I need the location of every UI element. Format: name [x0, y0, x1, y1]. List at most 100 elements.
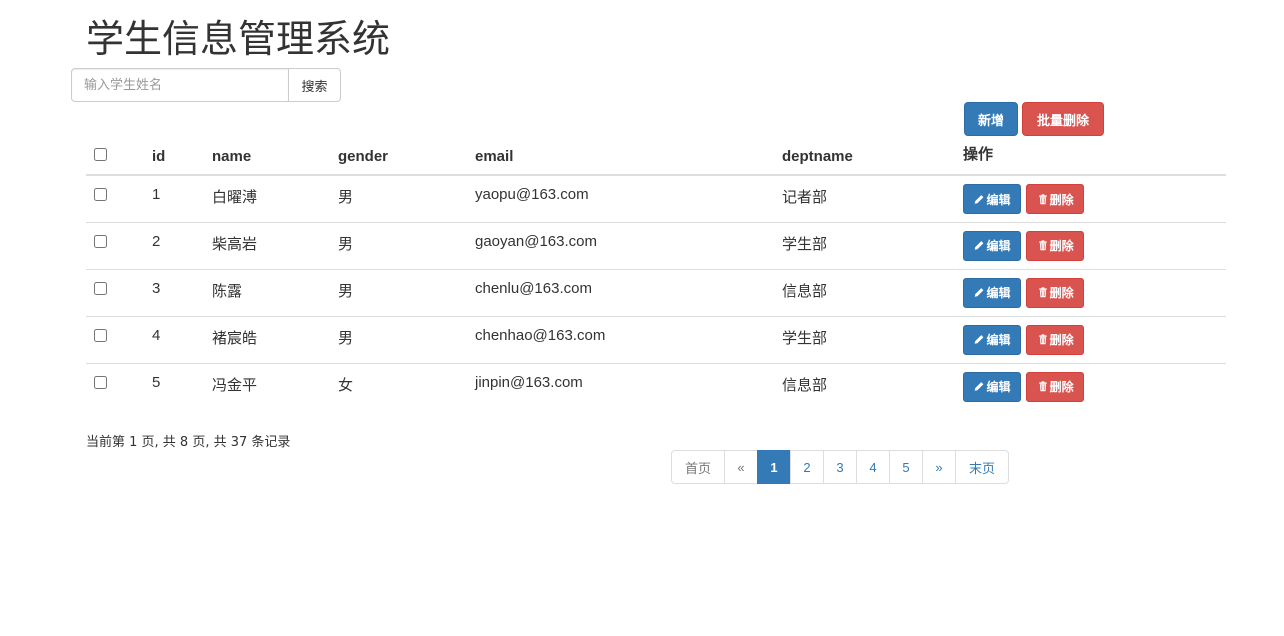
pagination-page-4[interactable]: 4 — [856, 450, 890, 484]
delete-button[interactable]: 删除 — [1026, 324, 1085, 355]
pagination-next[interactable]: » — [922, 450, 956, 484]
row-checkbox[interactable] — [94, 375, 107, 389]
cell-email: jinpin@163.com — [475, 362, 782, 410]
cell-name: 陈露 — [212, 268, 338, 316]
cell-operations: 编辑 删除 — [963, 221, 1226, 269]
row-checkbox-cell — [86, 268, 152, 316]
delete-label: 删除 — [1049, 239, 1074, 253]
search-button[interactable]: 搜索 — [288, 68, 341, 102]
delete-label: 删除 — [1049, 380, 1074, 394]
header-checkbox-cell — [86, 136, 152, 176]
pagination-page-2[interactable]: 2 — [790, 450, 824, 484]
cell-id: 2 — [152, 221, 212, 269]
row-checkbox[interactable] — [94, 188, 107, 201]
edit-label: 编辑 — [986, 380, 1011, 394]
cell-name: 柴高岩 — [212, 221, 338, 269]
cell-deptname: 学生部 — [782, 221, 963, 269]
select-all-checkbox[interactable] — [94, 148, 107, 161]
edit-button[interactable]: 编辑 — [963, 371, 1021, 402]
table-header-row: id name gender email deptname 操作 — [86, 136, 1226, 176]
edit-button[interactable]: 编辑 — [963, 184, 1021, 214]
row-checkbox[interactable] — [94, 328, 107, 342]
pencil-icon — [975, 288, 984, 297]
pencil-icon — [975, 382, 984, 391]
cell-deptname: 信息部 — [782, 268, 963, 316]
trash-icon — [1038, 193, 1047, 204]
edit-label: 编辑 — [986, 192, 1011, 207]
cell-deptname: 学生部 — [782, 315, 963, 363]
search-group: 搜索 — [71, 68, 341, 102]
trash-icon — [1038, 334, 1047, 345]
cell-email: yaopu@163.com — [475, 186, 589, 203]
cell-id: 3 — [152, 268, 212, 316]
delete-button[interactable]: 删除 — [1026, 371, 1085, 402]
cell-deptname: 信息部 — [782, 362, 963, 410]
top-actions: 新增 批量删除 — [964, 102, 1104, 136]
cell-id: 4 — [152, 315, 212, 363]
row-checkbox-cell — [86, 315, 152, 363]
pagination-prev[interactable]: « — [724, 450, 758, 484]
cell-gender: 男 — [338, 315, 475, 363]
pencil-icon — [975, 335, 984, 344]
table-row: 2 柴高岩男 gaoyan@163.com 学生部 编辑 删除 — [86, 221, 1226, 269]
row-checkbox-cell — [86, 362, 152, 410]
cell-gender: 男 — [338, 188, 354, 206]
cell-operations: 编辑 删除 — [963, 362, 1226, 410]
row-checkbox[interactable] — [94, 234, 107, 248]
cell-operations: 编辑 删除 — [963, 268, 1226, 316]
row-checkbox-cell — [86, 221, 152, 269]
cell-name: 褚宸皓 — [212, 315, 338, 363]
cell-name: 冯金平 — [212, 362, 338, 410]
record-info: 当前第 1 页, 共 8 页, 共 37 条记录 — [86, 435, 291, 450]
cell-gender: 男 — [338, 268, 475, 316]
edit-label: 编辑 — [986, 333, 1011, 347]
cell-email: gaoyan@163.com — [475, 221, 782, 269]
cell-name: 白曜溥 — [212, 188, 258, 206]
trash-icon — [1038, 287, 1047, 298]
header-id: id — [152, 136, 212, 176]
delete-label: 删除 — [1049, 333, 1074, 347]
edit-button[interactable]: 编辑 — [963, 277, 1021, 308]
edit-label: 编辑 — [986, 239, 1011, 253]
header-email: email — [475, 136, 782, 176]
table-row: 3 陈露男 chenlu@163.com 信息部 编辑 删除 — [86, 268, 1226, 316]
delete-button[interactable]: 删除 — [1026, 230, 1085, 261]
header-operations: 操作 — [963, 136, 1226, 176]
trash-icon — [1038, 381, 1047, 392]
trash-icon — [1038, 240, 1047, 251]
student-table: id name gender email deptname 操作 1 白曜溥男 ya… — [86, 136, 1226, 410]
header-deptname: deptname — [782, 136, 963, 176]
table-row: 1 白曜溥 男 yaopu@163.com 记者部 编辑 删除 — [86, 175, 1226, 222]
edit-button[interactable]: 编辑 — [963, 324, 1021, 355]
pagination: 首页 « 1 2 3 4 5 » 末页 — [671, 450, 1009, 484]
add-button[interactable]: 新增 — [964, 102, 1018, 136]
pagination-last[interactable]: 末页 — [955, 450, 1009, 484]
pagination-first[interactable]: 首页 — [671, 450, 725, 484]
table-body: 1 白曜溥男 yaopu@163.com 记者部 编辑 删除 2 柴高岩男 gaoyan@16… — [86, 175, 1226, 410]
pagination-page-1[interactable]: 1 — [757, 450, 791, 484]
batch-delete-button[interactable]: 批量删除 — [1022, 102, 1104, 136]
table-row: 4 褚宸皓男 chenhao@163.com 学生部 编辑 删除 — [86, 315, 1226, 363]
header-name: name — [212, 136, 338, 176]
header-gender: gender — [338, 136, 475, 176]
pencil-icon — [975, 194, 984, 204]
cell-id: 1 — [152, 186, 161, 203]
delete-button[interactable]: 删除 — [1026, 184, 1085, 214]
pagination-page-5[interactable]: 5 — [889, 450, 923, 484]
search-input[interactable] — [71, 68, 288, 102]
pagination-page-3[interactable]: 3 — [823, 450, 857, 484]
edit-button[interactable]: 编辑 — [963, 230, 1021, 261]
cell-email: chenlu@163.com — [475, 268, 782, 316]
delete-button[interactable]: 删除 — [1026, 277, 1085, 308]
cell-operations: 编辑 删除 — [963, 315, 1226, 363]
row-checkbox-cell — [86, 175, 152, 222]
cell-operations: 编辑 删除 — [963, 175, 1226, 222]
delete-label: 删除 — [1049, 286, 1074, 300]
cell-gender: 女 — [338, 362, 475, 410]
cell-gender: 男 — [338, 221, 475, 269]
cell-deptname: 记者部 — [782, 188, 828, 206]
page-title: 学生信息管理系统 — [86, 17, 391, 61]
cell-id: 5 — [152, 362, 212, 410]
row-checkbox[interactable] — [94, 281, 107, 295]
delete-label: 删除 — [1049, 192, 1074, 207]
